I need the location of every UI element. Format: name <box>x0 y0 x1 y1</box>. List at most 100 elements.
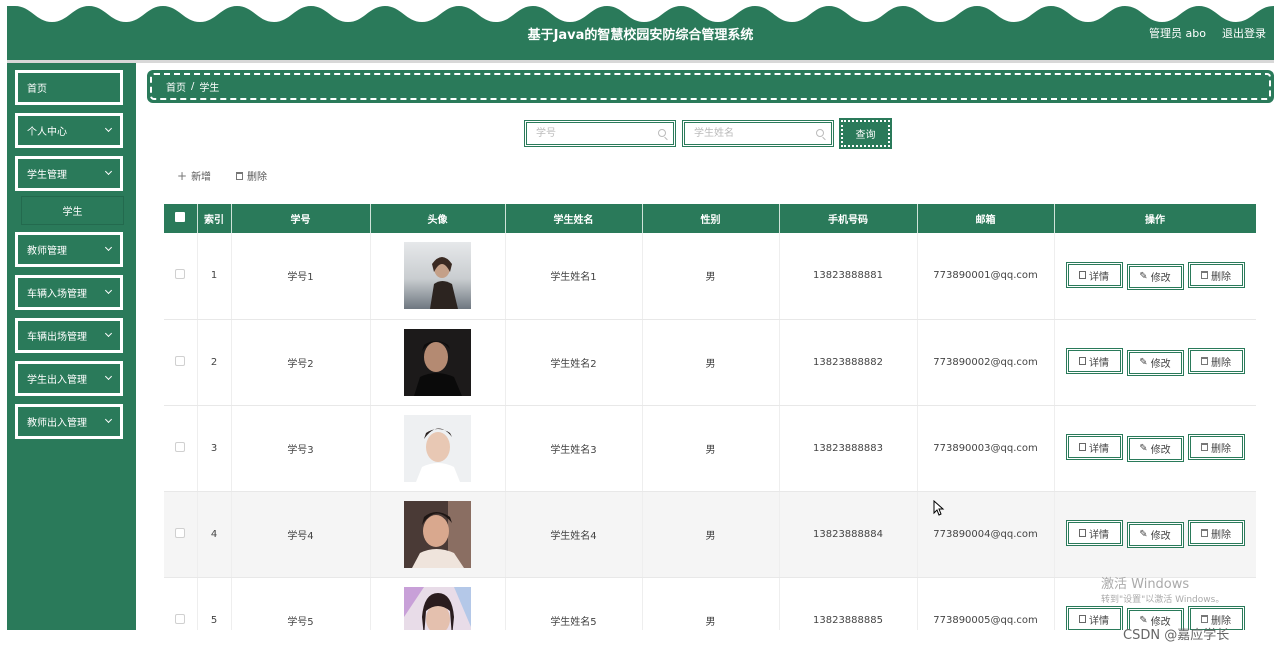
trash-icon <box>1201 615 1208 624</box>
search-icon <box>658 129 666 137</box>
edit-label: 修改 <box>1150 359 1171 371</box>
cell-actions: 详情 ✎ 修改 删除 <box>1054 405 1256 492</box>
document-icon <box>1079 529 1086 538</box>
column-header: 学号 <box>231 204 371 233</box>
select-all-checkbox[interactable] <box>175 212 186 222</box>
cell-student-no: 学号5 <box>231 577 371 630</box>
edit-button[interactable]: ✎ 修改 <box>1126 263 1184 290</box>
detail-label: 详情 <box>1089 529 1109 541</box>
admin-username: 管理员 abo <box>1149 27 1206 40</box>
delete-label: 删除 <box>1211 357 1231 369</box>
add-button[interactable]: + 新增 <box>177 168 211 184</box>
column-header: 操作 <box>1054 204 1256 233</box>
student-name-input[interactable] <box>685 123 831 144</box>
student-no-search <box>524 120 676 147</box>
column-header: 邮箱 <box>917 204 1055 233</box>
cell-gender: 男 <box>642 577 780 630</box>
delete-button[interactable]: 删除 <box>1187 348 1245 375</box>
detail-button[interactable]: 详情 <box>1065 262 1123 288</box>
cell-actions: 详情 ✎ 修改 删除 <box>1054 491 1256 578</box>
detail-button[interactable]: 详情 <box>1065 348 1123 375</box>
cell-index: 3 <box>197 405 232 492</box>
delete-button[interactable]: 删除 <box>1187 520 1245 547</box>
batch-delete-button[interactable]: 删除 <box>236 168 267 183</box>
delete-label: 删除 <box>247 172 267 183</box>
row-checkbox[interactable] <box>175 269 186 280</box>
chevron-down-icon <box>104 329 113 338</box>
sidebar-subitem-student[interactable]: 学生 <box>21 196 124 225</box>
cell-email: 773890002@qq.com <box>917 319 1055 406</box>
row-checkbox[interactable] <box>175 527 186 538</box>
sidebar-item-vehicle-exit[interactable]: 车辆出场管理 <box>15 318 123 353</box>
column-header: 手机号码 <box>779 204 918 233</box>
delete-label: 删除 <box>1211 271 1231 283</box>
cell-email: 773890005@qq.com <box>917 577 1055 630</box>
student-avatar <box>404 586 471 630</box>
cell-gender: 男 <box>642 319 780 406</box>
edit-button[interactable]: ✎ 修改 <box>1126 521 1184 548</box>
edit-button[interactable]: ✎ 修改 <box>1126 349 1184 376</box>
cell-student-name: 学生姓名2 <box>505 319 643 406</box>
edit-button[interactable]: ✎ 修改 <box>1126 435 1184 462</box>
sidebar-item-teacher-management[interactable]: 教师管理 <box>15 232 123 267</box>
detail-button[interactable]: 详情 <box>1065 606 1123 630</box>
student-no-input[interactable] <box>527 123 673 144</box>
chevron-down-icon <box>104 372 113 381</box>
column-header: 性别 <box>642 204 780 233</box>
logout-link[interactable]: 退出登录 <box>1222 25 1266 41</box>
student-avatar <box>404 242 471 310</box>
detail-button[interactable]: 详情 <box>1065 434 1123 461</box>
delete-label: 删除 <box>1211 443 1231 455</box>
sidebar-item-label: 学生管理 <box>27 170 67 181</box>
sidebar-item-label: 教师出入管理 <box>27 418 87 429</box>
pencil-icon: ✎ <box>1139 443 1148 455</box>
cell-phone: 13823888884 <box>779 491 918 578</box>
detail-label: 详情 <box>1089 443 1109 455</box>
sidebar-item-teacher-access[interactable]: 教师出入管理 <box>15 404 123 439</box>
cell-student-name: 学生姓名1 <box>505 233 643 320</box>
sidebar-item-label: 学生出入管理 <box>27 375 87 386</box>
row-checkbox[interactable] <box>175 441 186 452</box>
breadcrumb-separator: / <box>191 81 195 92</box>
query-button[interactable]: 查询 <box>839 118 892 149</box>
sidebar-item-vehicle-entry[interactable]: 车辆入场管理 <box>15 275 123 310</box>
row-checkbox[interactable] <box>175 355 186 366</box>
document-icon <box>1079 615 1086 624</box>
csdn-watermark: CSDN @嘉应学长 <box>1123 628 1230 643</box>
table-row: 5 学号5 学生姓名5 男 13823888885 773890005@qq.c… <box>164 577 1256 630</box>
trash-icon <box>1201 529 1208 538</box>
delete-button[interactable]: 删除 <box>1187 262 1245 288</box>
pencil-icon: ✎ <box>1139 529 1148 541</box>
sidebar-item-personal-center[interactable]: 个人中心 <box>15 113 123 148</box>
cell-index: 5 <box>197 577 232 630</box>
sidebar-item-student-management[interactable]: 学生管理 <box>15 156 123 191</box>
sidebar-item-home[interactable]: 首页 <box>15 70 123 105</box>
breadcrumb-home[interactable]: 首页 <box>166 79 186 94</box>
edit-label: 修改 <box>1150 531 1171 543</box>
column-header: 头像 <box>370 204 506 233</box>
sidebar-item-label: 车辆出场管理 <box>27 332 87 343</box>
pencil-icon: ✎ <box>1139 271 1148 282</box>
detail-label: 详情 <box>1089 615 1109 627</box>
table-row: 2 学号2 学生姓名2 男 13823888882 773890002@qq.c… <box>164 319 1256 406</box>
system-title: 基于Java的智慧校园安防综合管理系统 <box>527 28 754 43</box>
chevron-down-icon <box>104 124 113 133</box>
cell-student-no: 学号2 <box>231 319 371 406</box>
select-all-header[interactable] <box>164 204 198 233</box>
cell-student-name: 学生姓名4 <box>505 491 643 578</box>
student-avatar <box>404 414 471 482</box>
plus-icon: + <box>177 168 188 183</box>
delete-button[interactable]: 删除 <box>1187 434 1245 461</box>
detail-button[interactable]: 详情 <box>1065 520 1123 547</box>
breadcrumb: 首页 / 学生 <box>147 70 1274 103</box>
detail-label: 详情 <box>1089 357 1109 369</box>
cell-phone: 13823888882 <box>779 319 918 406</box>
mouse-cursor-icon <box>933 500 945 516</box>
edit-label: 修改 <box>1150 445 1171 457</box>
trash-icon <box>1201 443 1208 452</box>
sidebar-item-label: 个人中心 <box>27 127 67 138</box>
table-row: 1 学号1 学生姓名1 男 13823888881 773890001@qq.c… <box>164 233 1256 320</box>
sidebar-item-student-access[interactable]: 学生出入管理 <box>15 361 123 396</box>
student-avatar <box>404 328 471 396</box>
row-checkbox[interactable] <box>175 613 186 624</box>
